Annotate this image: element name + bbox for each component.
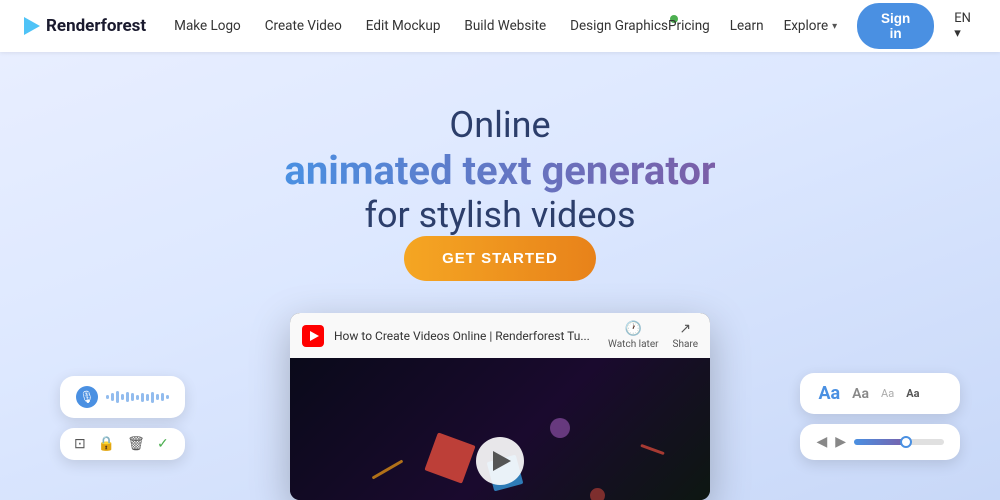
navbar: Renderforest Make Logo Create Video Edit… (0, 0, 1000, 52)
wave-bar (156, 394, 159, 400)
trash-icon[interactable]: 🗑 (127, 436, 145, 452)
slider-card: ◀ ▶ (800, 424, 960, 460)
nav-edit-mockup[interactable]: Edit Mockup (366, 18, 441, 34)
logo-icon (24, 17, 40, 35)
youtube-icon (302, 325, 324, 347)
float-left-widgets: 🎙 ⊡ 🔒 🗑 ✓ (60, 376, 185, 460)
hero-title-line3: for stylish videos (364, 194, 635, 236)
get-started-button[interactable]: GET STARTED (404, 236, 596, 281)
nav-design-graphics[interactable]: Design Graphics (570, 18, 668, 34)
video-play-button[interactable] (476, 437, 524, 485)
wave-bar (106, 395, 109, 399)
wave-bar (116, 391, 119, 403)
mic-card: 🎙 (60, 376, 185, 418)
wave-bar (121, 394, 124, 400)
nav-build-website[interactable]: Build Website (464, 18, 546, 34)
arrow-right-icon[interactable]: ▶ (835, 434, 846, 450)
language-selector[interactable]: EN ▾ (954, 11, 976, 41)
signin-button[interactable]: Sign in (857, 3, 934, 49)
watch-later-button[interactable]: 🕐 Watch later (608, 321, 658, 350)
waveform (106, 390, 169, 404)
text-aa-medium: Aa (852, 386, 869, 402)
wave-bar (146, 394, 149, 401)
video-body[interactable] (290, 358, 710, 500)
text-aa-large: Aa (818, 383, 840, 404)
video-header: How to Create Videos Online | Renderfore… (290, 313, 710, 358)
hero-section: Online animated text generator for styli… (0, 52, 1000, 500)
nav-create-video[interactable]: Create Video (265, 18, 342, 34)
wave-bar (111, 393, 114, 401)
wave-bar (161, 393, 164, 401)
video-preview: How to Create Videos Online | Renderfore… (290, 313, 710, 500)
arrow-left-icon[interactable]: ◀ (816, 434, 827, 450)
logo[interactable]: Renderforest (24, 16, 146, 36)
share-icon: ↗ (679, 321, 691, 337)
particle-3 (550, 418, 570, 438)
text-aa-small: Aa (881, 387, 894, 400)
hero-title-line1: Online (449, 104, 550, 147)
wave-bar (151, 392, 154, 403)
wave-bar (166, 395, 169, 399)
nav-make-logo[interactable]: Make Logo (174, 18, 241, 34)
font-size-card: Aa Aa Aa Aa (800, 373, 960, 414)
particle-6 (640, 444, 665, 455)
video-actions: 🕐 Watch later ↗ Share (608, 321, 698, 350)
tools-card: ⊡ 🔒 🗑 ✓ (60, 428, 185, 460)
play-triangle-icon (493, 451, 511, 471)
particle-1 (424, 433, 475, 484)
check-icon[interactable]: ✓ (157, 436, 169, 452)
nav-pricing[interactable]: Pricing (668, 18, 710, 34)
particle-5 (372, 460, 404, 480)
slider-track[interactable] (854, 439, 944, 445)
lock-icon[interactable]: 🔒 (98, 436, 115, 452)
hero-title-line2: animated text generator (284, 147, 715, 194)
nav-learn[interactable]: Learn (730, 18, 764, 34)
wave-bar (126, 392, 129, 402)
logo-text: Renderforest (46, 16, 146, 36)
wave-bar (141, 393, 144, 402)
wave-bar (136, 395, 139, 400)
text-aa-xsmall: Aa (906, 387, 919, 400)
slider-thumb[interactable] (900, 436, 912, 448)
chevron-down-icon: ▾ (832, 21, 837, 32)
nav-links: Make Logo Create Video Edit Mockup Build… (174, 18, 668, 34)
crop-icon[interactable]: ⊡ (74, 436, 86, 452)
share-button[interactable]: ↗ Share (673, 321, 698, 350)
float-right-widgets: Aa Aa Aa Aa ◀ ▶ (800, 373, 960, 460)
wave-bar (131, 393, 134, 401)
watch-later-icon: 🕐 (625, 321, 642, 337)
nav-right: Pricing Learn Explore ▾ Sign in EN ▾ (668, 3, 976, 49)
particle-4 (590, 488, 605, 500)
video-title: How to Create Videos Online | Renderfore… (334, 329, 598, 343)
nav-explore[interactable]: Explore ▾ (784, 18, 838, 34)
microphone-icon: 🎙 (76, 386, 98, 408)
